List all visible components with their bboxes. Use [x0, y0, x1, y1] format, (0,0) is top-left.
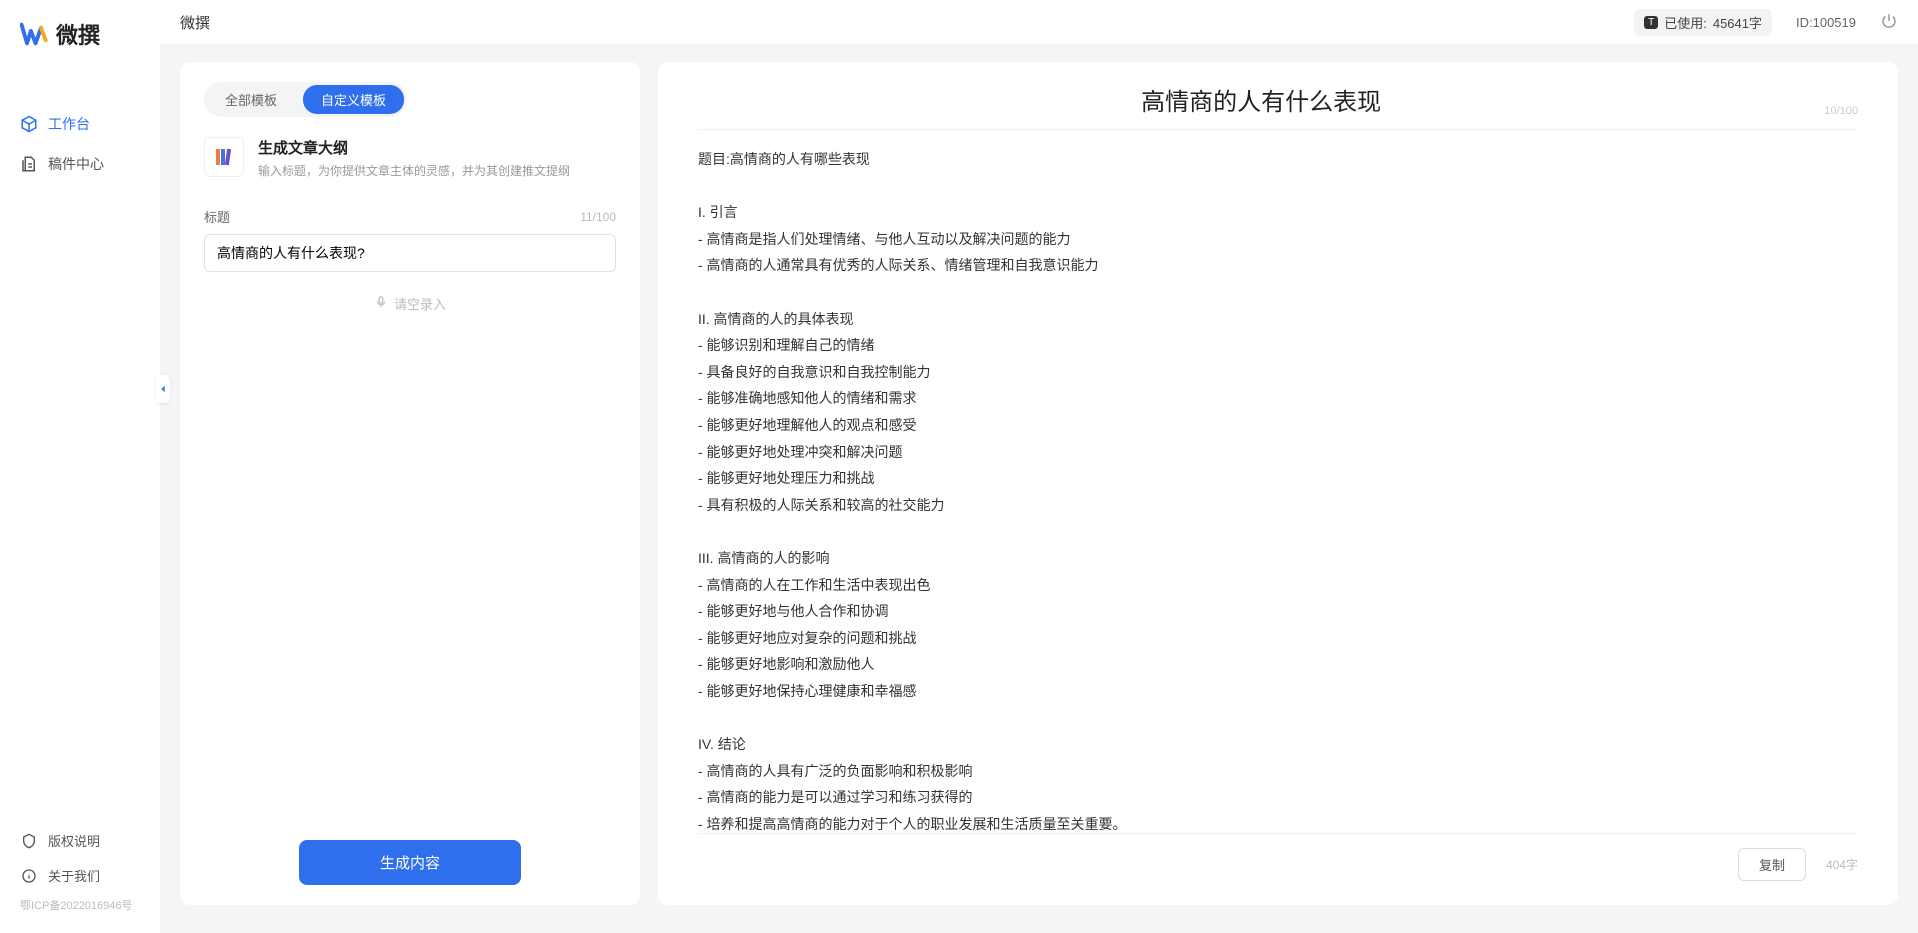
usage-label: 已使用:	[1664, 13, 1707, 32]
main-area: 微撰 T 已使用: 45641字 ID:100519 全部模板 自定义模板	[160, 0, 1918, 933]
topbar-right: T 已使用: 45641字 ID:100519	[1634, 9, 1898, 36]
template-card: 生成文章大纲 输入标题，为你提供文章主体的灵感，并为其创建推文提纲	[204, 137, 616, 179]
output-panel: 高情商的人有什么表现 10/100 题目:高情商的人有哪些表现 I. 引言 - …	[658, 62, 1898, 905]
nav-label: 稿件中心	[48, 154, 104, 174]
nav-item-copyright[interactable]: 版权说明	[0, 823, 160, 858]
usage-chip[interactable]: T 已使用: 45641字	[1634, 9, 1772, 36]
input-panel: 全部模板 自定义模板 生成文章大纲 输入标题，为你提供文章主体的灵感，并为其创建…	[180, 62, 640, 905]
template-desc: 输入标题，为你提供文章主体的灵感，并为其创建推文提纲	[258, 162, 570, 179]
brand-logo: 微撰	[0, 0, 160, 64]
field-counter: 11/100	[580, 210, 616, 224]
power-icon[interactable]	[1880, 12, 1898, 33]
topbar-title: 微撰	[180, 12, 210, 33]
app-root: 微撰 工作台 稿件中心 版权说明	[0, 0, 1918, 933]
logo-icon	[20, 20, 48, 48]
nav-label: 工作台	[48, 114, 90, 134]
usage-badge-icon: T	[1644, 16, 1658, 29]
output-footer: 复制 404字	[698, 833, 1858, 881]
output-title: 高情商的人有什么表现	[698, 82, 1824, 117]
output-title-counter: 10/100	[1824, 105, 1858, 117]
field-label: 标题	[204, 207, 230, 226]
title-field: 标题 11/100	[204, 207, 616, 272]
generate-button[interactable]: 生成内容	[299, 840, 521, 885]
template-books-icon	[204, 137, 244, 177]
brand-name: 微撰	[56, 18, 100, 50]
shield-icon	[20, 832, 38, 850]
field-header: 标题 11/100	[204, 207, 616, 226]
template-title: 生成文章大纲	[258, 137, 570, 158]
sidebar-collapse-handle[interactable]	[156, 375, 170, 403]
nav-item-drafts[interactable]: 稿件中心	[0, 144, 160, 184]
tab-all-templates[interactable]: 全部模板	[207, 85, 295, 114]
usage-value: 45641字	[1713, 13, 1762, 32]
cube-icon	[20, 115, 38, 133]
sidebar: 微撰 工作台 稿件中心 版权说明	[0, 0, 160, 933]
output-header: 高情商的人有什么表现 10/100	[698, 82, 1858, 130]
nav-item-about[interactable]: 关于我们	[0, 858, 160, 893]
output-body[interactable]: 题目:高情商的人有哪些表现 I. 引言 - 高情商是指人们处理情绪、与他人互动以…	[698, 130, 1858, 833]
template-tabs: 全部模板 自定义模板	[204, 82, 407, 117]
content: 全部模板 自定义模板 生成文章大纲 输入标题，为你提供文章主体的灵感，并为其创建…	[160, 44, 1918, 933]
info-icon	[20, 867, 38, 885]
copy-button[interactable]: 复制	[1738, 848, 1806, 881]
nav-item-workbench[interactable]: 工作台	[0, 104, 160, 144]
spacer	[204, 313, 616, 840]
nav-label: 关于我们	[48, 866, 100, 885]
output-word-count: 404字	[1826, 856, 1858, 873]
user-id: ID:100519	[1796, 15, 1856, 30]
document-icon	[20, 155, 38, 173]
icp-text: 鄂ICP备2022016946号	[0, 893, 160, 919]
template-info: 生成文章大纲 输入标题，为你提供文章主体的灵感，并为其创建推文提纲	[258, 137, 570, 179]
nav-label: 版权说明	[48, 831, 100, 850]
tab-custom-templates[interactable]: 自定义模板	[303, 85, 404, 114]
title-input[interactable]	[204, 234, 616, 272]
voice-input-button[interactable]: 请空录入	[204, 294, 616, 313]
topbar: 微撰 T 已使用: 45641字 ID:100519	[160, 0, 1918, 44]
sidebar-bottom: 版权说明 关于我们 鄂ICP备2022016946号	[0, 823, 160, 933]
voice-hint: 请空录入	[394, 294, 446, 313]
microphone-icon	[374, 295, 388, 312]
sidebar-nav: 工作台 稿件中心	[0, 64, 160, 823]
